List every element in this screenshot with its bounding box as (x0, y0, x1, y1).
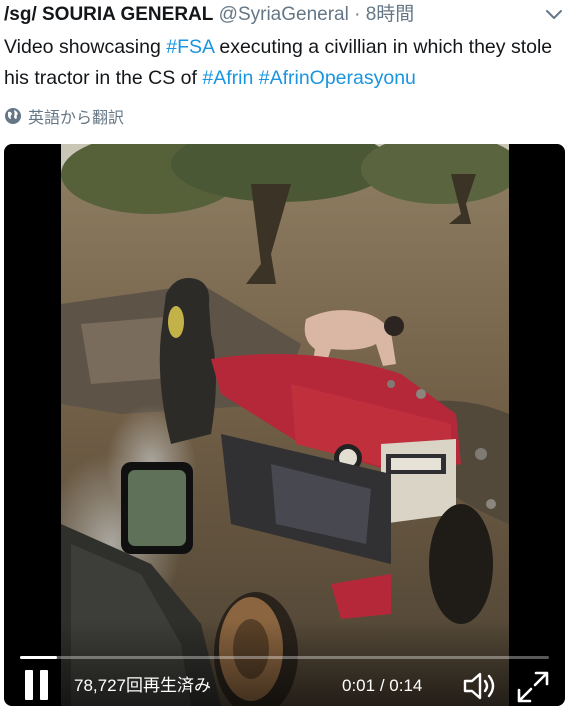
timestamp[interactable]: 8時間 (366, 4, 415, 25)
volume-icon[interactable] (462, 670, 498, 702)
user-handle[interactable]: @SyriaGeneral (219, 4, 349, 25)
video-player[interactable]: 78,727回再生済み 0:01 / 0:14 (4, 144, 565, 706)
view-count: 78,727回再生済み (74, 676, 211, 695)
display-name[interactable]: /sg/ SOURIA GENERAL (4, 4, 213, 25)
hashtag-afrin[interactable]: #Afrin (202, 67, 253, 89)
hashtag-afrin-operasyonu[interactable]: #AfrinOperasyonu (259, 67, 416, 89)
progress-track[interactable] (20, 656, 549, 659)
tweet-header: /sg/ SOURIA GENERAL @SyriaGeneral · 8時間 (4, 2, 564, 28)
fullscreen-icon[interactable] (516, 670, 550, 704)
pause-icon[interactable] (24, 670, 50, 700)
progress-fill (20, 656, 58, 659)
globe-icon (5, 108, 21, 124)
duration: 0:14 (389, 676, 423, 695)
time-display: 0:01 / 0:14 (342, 674, 422, 698)
time-separator: / (375, 676, 390, 695)
translate-link[interactable]: 英語から翻訳 (4, 104, 124, 128)
separator-dot: · (354, 4, 361, 25)
hashtag-fsa[interactable]: #FSA (166, 36, 214, 58)
video-controls: 78,727回再生済み 0:01 / 0:14 (4, 620, 565, 706)
tweet-text-part: Video showcasing (4, 36, 167, 58)
current-time: 0:01 (342, 676, 376, 695)
translate-label[interactable]: 英語から翻訳 (28, 104, 124, 128)
chevron-down-icon[interactable] (544, 4, 564, 24)
tweet-text: Video showcasing #FSA executing a civill… (4, 32, 564, 94)
